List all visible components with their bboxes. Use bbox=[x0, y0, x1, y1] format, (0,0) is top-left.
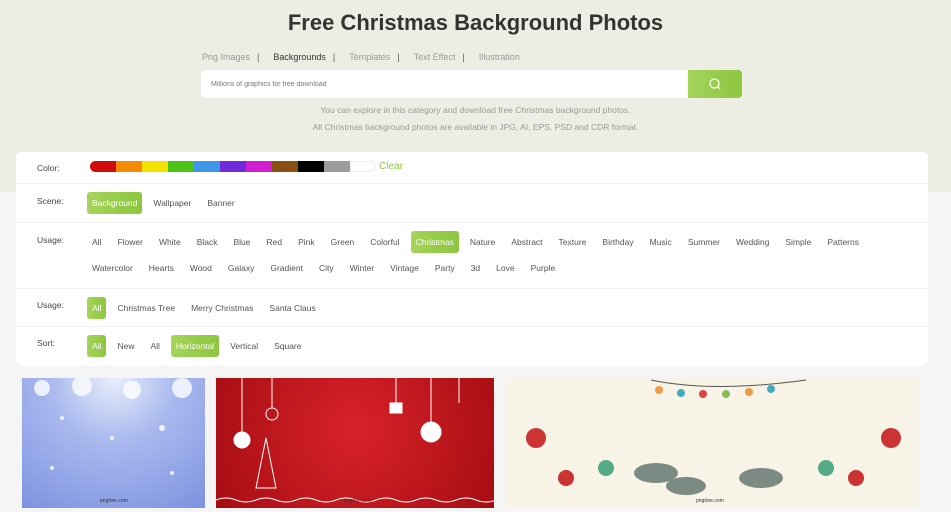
usage-option-flower[interactable]: Flower bbox=[112, 231, 148, 253]
watermark: pngtree.com bbox=[100, 498, 128, 504]
scene-option-background[interactable]: Background bbox=[87, 192, 143, 214]
usage-option-gradient[interactable]: Gradient bbox=[265, 257, 308, 279]
usage-option-birthday[interactable]: Birthday bbox=[597, 231, 638, 253]
usage-option-abstract[interactable]: Abstract bbox=[506, 231, 547, 253]
usage-option-red[interactable]: Red bbox=[262, 231, 288, 253]
sort-label: Sort: bbox=[37, 338, 55, 348]
usage-option-music[interactable]: Music bbox=[645, 231, 677, 253]
scene-filter-row: Scene: Background Wallpaper Banner bbox=[16, 184, 928, 223]
sort-option-all[interactable]: All bbox=[87, 335, 107, 357]
color-swatch[interactable] bbox=[246, 161, 272, 172]
search-icon bbox=[709, 78, 721, 90]
clear-color-button[interactable]: Clear bbox=[379, 161, 403, 172]
color-filter-row: Color: Clear bbox=[16, 152, 928, 184]
usage-option-summer[interactable]: Summer bbox=[683, 231, 725, 253]
nav-backgrounds[interactable]: Backgrounds bbox=[273, 52, 326, 62]
usage-option-colorful[interactable]: Colorful bbox=[365, 231, 404, 253]
snowflake-pattern bbox=[34, 378, 192, 475]
sort-option-horizontal[interactable]: Horizontal bbox=[170, 335, 220, 357]
nav-separator: | bbox=[397, 52, 400, 62]
usage-option-pink[interactable]: Pink bbox=[293, 231, 320, 253]
color-swatch[interactable] bbox=[324, 161, 350, 172]
usage-option-wedding[interactable]: Wedding bbox=[731, 231, 774, 253]
usage2-option-santa-claus[interactable]: Santa Claus bbox=[264, 297, 320, 319]
scene-label: Scene: bbox=[37, 196, 64, 206]
usage-option-all[interactable]: All bbox=[87, 231, 106, 253]
usage-option-texture[interactable]: Texture bbox=[554, 231, 592, 253]
usage-filter-row: Usage: All Flower White Black Blue Red Pink Gre… bbox=[16, 223, 928, 289]
category-description: You can explore in this category and dow… bbox=[320, 105, 631, 115]
color-swatch[interactable] bbox=[168, 161, 194, 172]
result-thumbnail-red-ornaments[interactable]: pngtree.com bbox=[216, 378, 494, 508]
nav-text-effect[interactable]: Text Effect bbox=[414, 52, 456, 62]
usage-option-simple[interactable]: Simple bbox=[780, 231, 816, 253]
result-thumbnail-reindeer[interactable]: pngtree.com bbox=[506, 378, 920, 508]
usage-option-city[interactable]: City bbox=[314, 257, 339, 279]
ornament-pattern bbox=[216, 378, 494, 503]
usage-option-wood[interactable]: Wood bbox=[185, 257, 217, 279]
usage2-option-all[interactable]: All bbox=[87, 297, 107, 319]
usage-option-blue[interactable]: Blue bbox=[229, 231, 256, 253]
usage-option-3d[interactable]: 3d bbox=[466, 257, 485, 279]
color-swatch[interactable] bbox=[298, 161, 324, 172]
nav-separator: | bbox=[257, 52, 260, 62]
sort-option-new[interactable]: New bbox=[112, 335, 139, 357]
usage-option-white[interactable]: White bbox=[154, 231, 186, 253]
color-swatch[interactable] bbox=[350, 161, 376, 172]
nav-separator: | bbox=[462, 52, 465, 62]
page-title: Free Christmas Background Photos bbox=[287, 10, 664, 35]
usage2-label: Usage: bbox=[37, 300, 64, 310]
nav-templates[interactable]: Templates bbox=[349, 52, 390, 62]
usage-option-green[interactable]: Green bbox=[326, 231, 360, 253]
color-swatch[interactable] bbox=[90, 161, 116, 172]
watermark: pngtree.com bbox=[696, 498, 724, 504]
usage-option-purple[interactable]: Purple bbox=[526, 257, 561, 279]
usage-option-nature[interactable]: Nature bbox=[465, 231, 501, 253]
usage2-option-merry-christmas[interactable]: Merry Christmas bbox=[186, 297, 258, 319]
usage-option-vintage[interactable]: Vintage bbox=[385, 257, 424, 279]
scene-option-wallpaper[interactable]: Wallpaper bbox=[148, 192, 196, 214]
sort-filter-row: Sort: All New All Horizontal Vertical Square bbox=[16, 327, 928, 366]
search-input[interactable] bbox=[211, 70, 681, 98]
usage2-option-christmas-tree[interactable]: Christmas Tree bbox=[112, 297, 180, 319]
usage-option-winter[interactable]: Winter bbox=[345, 257, 380, 279]
nav-png-images[interactable]: Png Images bbox=[202, 52, 250, 62]
usage-label: Usage: bbox=[37, 235, 64, 245]
usage-option-love[interactable]: Love bbox=[491, 257, 519, 279]
usage-option-party[interactable]: Party bbox=[430, 257, 460, 279]
format-description: All Christmas background photos are avai… bbox=[312, 122, 639, 132]
result-thumbnail-snowflakes[interactable]: pngtree.com bbox=[22, 378, 205, 508]
scene-option-banner[interactable]: Banner bbox=[202, 192, 239, 214]
category-nav: Png Images | Backgrounds | Templates | Text Ef… bbox=[202, 52, 527, 62]
color-swatch[interactable] bbox=[116, 161, 142, 172]
filter-panel: Color: Clear Scene: Background Wallpaper B… bbox=[16, 152, 928, 366]
usage-option-galaxy[interactable]: Galaxy bbox=[223, 257, 259, 279]
usage2-filter-row: Usage: All Christmas Tree Merry Christmas S… bbox=[16, 289, 928, 327]
nav-separator: | bbox=[332, 52, 336, 62]
sort-option-vertical[interactable]: Vertical bbox=[225, 335, 263, 357]
usage-option-hearts[interactable]: Hearts bbox=[144, 257, 179, 279]
color-swatch[interactable] bbox=[272, 161, 298, 172]
reindeer-illustration bbox=[526, 379, 901, 495]
usage-option-watercolor[interactable]: Watercolor bbox=[87, 257, 138, 279]
sort-option-all[interactable]: All bbox=[145, 335, 164, 357]
search-bar bbox=[201, 70, 742, 98]
color-swatch[interactable] bbox=[142, 161, 168, 172]
nav-illustration[interactable]: Illustration bbox=[479, 52, 520, 62]
watermark: pngtree.com bbox=[344, 498, 372, 504]
search-button[interactable] bbox=[688, 70, 742, 98]
sort-option-square[interactable]: Square bbox=[269, 335, 306, 357]
usage-option-patterns[interactable]: Patterns bbox=[822, 231, 864, 253]
color-label: Color: bbox=[37, 163, 60, 173]
usage-option-black[interactable]: Black bbox=[192, 231, 223, 253]
usage-option-christmas[interactable]: Christmas bbox=[410, 231, 459, 253]
color-swatch[interactable] bbox=[194, 161, 220, 172]
color-swatch[interactable] bbox=[220, 161, 246, 172]
